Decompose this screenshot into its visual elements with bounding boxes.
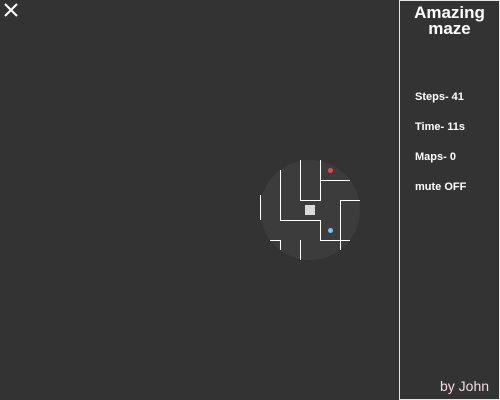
time-counter: Time- 11s (415, 121, 465, 133)
red-dot-marker (328, 168, 333, 173)
game-window: Amazing maze Steps- 41 Time- 11s Maps- 0… (0, 0, 500, 400)
mute-toggle[interactable]: mute OFF (415, 181, 466, 194)
game-title-line2: maze (428, 19, 471, 38)
steps-counter: Steps- 41 (415, 91, 464, 103)
maze-viewport (0, 0, 399, 400)
side-panel: Amazing maze Steps- 41 Time- 11s Maps- 0… (399, 0, 500, 400)
blue-dot-marker (328, 228, 333, 233)
game-title: Amazing maze (400, 4, 499, 38)
player-marker (305, 205, 315, 215)
maps-counter: Maps- 0 (415, 151, 456, 163)
maze-canvas (260, 160, 360, 260)
author-credit: by John (440, 378, 490, 394)
